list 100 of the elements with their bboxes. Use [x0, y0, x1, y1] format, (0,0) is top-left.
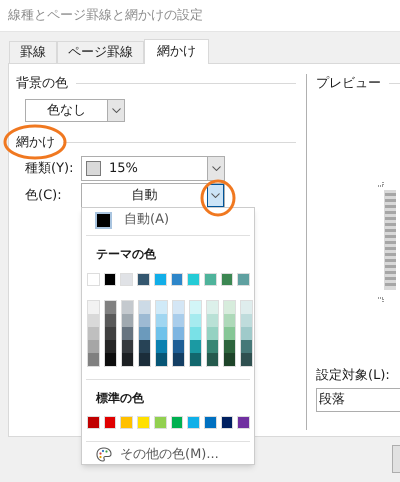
color-swatch[interactable]	[190, 301, 201, 314]
dropdown[interactable]: 15%	[81, 156, 225, 181]
dropdown[interactable]: 段落	[316, 388, 400, 412]
color-swatch[interactable]	[105, 340, 116, 353]
color-swatch[interactable]	[220, 416, 234, 429]
color-swatch[interactable]	[137, 416, 150, 429]
window-title: 線種とページ罫線と網かけの設定	[8, 6, 203, 25]
color-swatch[interactable]	[122, 353, 133, 366]
color-swatch[interactable]	[170, 416, 184, 429]
color-swatch[interactable]	[207, 327, 218, 340]
color-swatch[interactable]	[88, 301, 99, 314]
color-swatch[interactable]	[207, 340, 218, 353]
color-swatch[interactable]	[104, 273, 116, 286]
color-swatch[interactable]	[120, 416, 134, 429]
color-swatch[interactable]	[207, 301, 218, 314]
dropdown-value: 自動	[130, 186, 158, 205]
color-swatch[interactable]	[241, 327, 252, 340]
color-swatch[interactable]	[122, 301, 133, 314]
dialog-button[interactable]	[392, 445, 400, 473]
color-swatch[interactable]	[88, 314, 99, 327]
color-swatch[interactable]	[139, 353, 150, 366]
color-swatch[interactable]	[190, 314, 201, 327]
color-swatch[interactable]	[88, 327, 99, 340]
color-swatch[interactable]	[241, 340, 252, 353]
color-swatch[interactable]	[173, 340, 184, 353]
color-swatch[interactable]	[237, 273, 250, 286]
caret-icon	[112, 108, 120, 112]
tab[interactable]: 罫線	[9, 41, 57, 63]
color-swatch[interactable]	[105, 353, 116, 366]
color-swatch[interactable]	[204, 416, 217, 429]
color-swatch[interactable]	[139, 314, 150, 327]
color-swatch[interactable]	[220, 273, 234, 286]
color-swatch[interactable]	[190, 340, 201, 353]
color-swatch[interactable]	[120, 273, 134, 286]
color-swatch	[95, 212, 112, 229]
color-swatch[interactable]	[224, 353, 235, 366]
color-swatch[interactable]	[105, 301, 116, 314]
dropdown-value: 色なし	[46, 102, 87, 120]
color-swatch[interactable]	[241, 314, 252, 327]
color-swatch[interactable]	[105, 314, 116, 327]
color-swatch[interactable]	[173, 353, 184, 366]
section-heading: テーマの色	[95, 246, 157, 263]
tab[interactable]: 網かけ	[144, 39, 209, 64]
highlight-ellipse	[200, 179, 236, 217]
color-swatch[interactable]	[207, 314, 218, 327]
color-swatch[interactable]	[87, 273, 100, 286]
color-swatch[interactable]	[207, 353, 218, 366]
color-swatch[interactable]	[87, 416, 100, 429]
color-swatch[interactable]	[187, 273, 200, 286]
palette-icon	[96, 446, 112, 462]
color-swatch[interactable]	[156, 340, 167, 353]
color-swatch[interactable]	[241, 301, 252, 314]
color-swatch[interactable]	[104, 416, 116, 429]
color-swatch[interactable]	[88, 340, 99, 353]
color-swatch[interactable]	[173, 314, 184, 327]
color-swatch[interactable]	[156, 327, 167, 340]
color-swatch[interactable]	[139, 340, 150, 353]
color-swatch[interactable]	[105, 327, 116, 340]
tab[interactable]: ページ罫線	[57, 41, 144, 63]
color-swatch[interactable]	[173, 301, 184, 314]
color-swatch[interactable]	[224, 314, 235, 327]
color-swatch[interactable]	[204, 273, 217, 286]
color-swatch[interactable]	[224, 327, 235, 340]
menu-item[interactable]: 自動(A)	[86, 210, 250, 230]
field-label: 設定対象(L):	[316, 366, 391, 384]
menu-item[interactable]: その他の色(M)...	[86, 444, 250, 464]
color-swatch[interactable]	[156, 314, 167, 327]
dropdown[interactable]: 色なし	[25, 98, 125, 122]
color-swatch[interactable]	[224, 340, 235, 353]
color-swatch[interactable]	[122, 327, 133, 340]
color-swatch[interactable]	[156, 353, 167, 366]
color-swatch[interactable]	[237, 416, 250, 429]
field-label: 種類(Y):	[25, 160, 74, 178]
caret-icon	[212, 166, 220, 171]
color-swatch[interactable]	[122, 314, 133, 327]
color-swatch[interactable]	[187, 416, 200, 429]
color-swatch[interactable]	[137, 273, 150, 286]
section-heading: プレビュー	[316, 75, 381, 93]
color-swatch[interactable]	[190, 353, 201, 366]
color-swatch[interactable]	[139, 301, 150, 314]
color-swatch[interactable]	[156, 301, 167, 314]
color-swatch[interactable]	[122, 340, 133, 353]
field-label: 色(C):	[25, 186, 63, 205]
color-swatch[interactable]	[154, 416, 167, 429]
dropdown-value: 段落	[319, 391, 345, 410]
section-heading: 網かけ	[16, 134, 55, 152]
pattern-swatch	[86, 161, 101, 176]
color-swatch[interactable]	[170, 273, 184, 286]
highlight-ellipse	[3, 124, 67, 160]
caret-icon	[211, 193, 220, 198]
color-swatch[interactable]	[224, 301, 235, 314]
color-swatch[interactable]	[241, 353, 252, 366]
color-swatch[interactable]	[190, 327, 201, 340]
color-swatch[interactable]	[139, 327, 150, 340]
section-heading: 背景の色	[16, 75, 68, 93]
color-swatch[interactable]	[173, 327, 184, 340]
color-swatch[interactable]	[154, 273, 167, 286]
dropdown-value: 15%	[109, 160, 139, 178]
color-swatch[interactable]	[88, 353, 99, 366]
section-heading: 標準の色	[94, 390, 145, 407]
